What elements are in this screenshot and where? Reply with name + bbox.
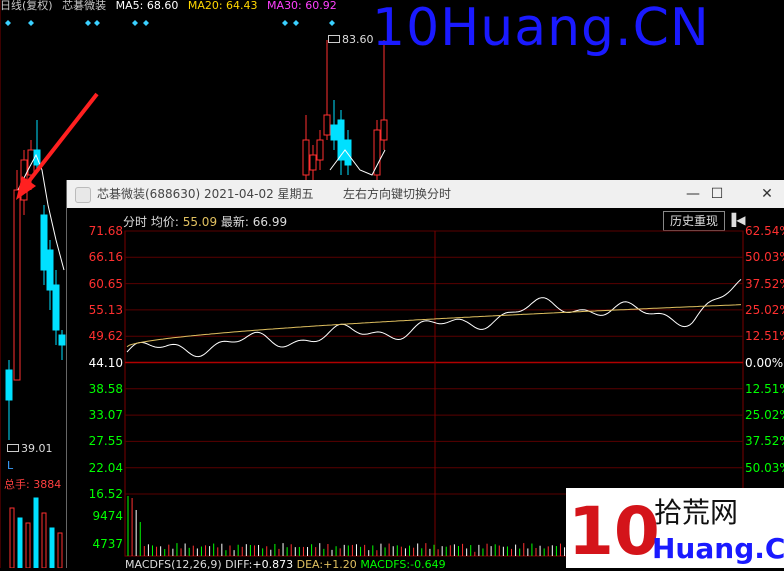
watermark-chinese: 拾荒网	[654, 496, 738, 529]
candle-body-13	[330, 124, 338, 141]
percent-tick-label: 50.03%	[745, 250, 784, 265]
diamond-marker-2	[85, 20, 91, 26]
candle-body-12	[323, 114, 331, 136]
diamond-marker-7	[293, 20, 299, 26]
percent-tick-label: 12.51%	[745, 381, 784, 396]
candle-body-9	[302, 139, 310, 176]
low-price-label: 39.01	[21, 442, 53, 455]
price-tick-label: 60.65	[88, 276, 123, 291]
bg-volume-bar-2	[25, 522, 31, 568]
percent-tick-label: 37.52%	[745, 434, 784, 449]
volume-tick-label: 9474	[92, 509, 123, 523]
diff-value: +0.873	[252, 558, 294, 571]
watermark-top: 10Huang.CN	[372, 0, 710, 58]
candle-body-6	[46, 249, 54, 291]
candle-body-17	[380, 119, 388, 141]
candle-body-14	[337, 119, 345, 161]
diamond-marker-0	[5, 20, 11, 26]
dea-value: +1.20	[323, 558, 357, 571]
watermark-latin: Huang.CN	[652, 532, 784, 565]
price-tick-label: 38.58	[88, 381, 123, 396]
percent-tick-label: 50.03%	[745, 460, 784, 475]
marker-icon	[7, 444, 19, 452]
candle-body-10	[309, 154, 317, 171]
low-price-marker: 39.01	[7, 442, 53, 455]
macd-label: MACDFS:	[360, 558, 411, 571]
price-tick-label: 49.62	[88, 329, 123, 344]
diamond-marker-3	[94, 20, 100, 26]
high-price-label: 83.60	[342, 33, 374, 46]
diamond-marker-8	[329, 20, 335, 26]
bg-volume-bar-4	[41, 512, 47, 568]
percent-tick-label: 37.52%	[745, 276, 784, 291]
daily-chart-header: 日线(复权) 芯碁微装 MA5: 68.60 MA20: 64.43 MA30:…	[0, 0, 343, 14]
ma5-value: 68.60	[146, 0, 179, 12]
diff-label: DIFF:	[225, 558, 253, 571]
ma30-value: 60.92	[305, 0, 337, 12]
volume-total-label: 总手: 3884	[4, 478, 62, 491]
candle-body-11	[316, 139, 324, 161]
bg-volume-bar-5	[49, 527, 55, 568]
candle-body-3	[27, 149, 35, 176]
price-line	[126, 279, 742, 358]
marker-icon	[328, 35, 340, 43]
diamond-marker-1	[28, 20, 34, 26]
candle-body-15	[344, 139, 352, 166]
diamond-marker-5	[143, 20, 149, 26]
macd-value: -0.649	[410, 558, 446, 571]
bg-volume-bar-3	[33, 497, 39, 568]
ma20-indicator: MA20: 64.43	[188, 0, 258, 12]
ma30-indicator: MA30: 60.92	[267, 0, 337, 12]
price-tick-label: 71.68	[88, 224, 123, 238]
candle-body-8	[58, 334, 66, 346]
macd-indicator-line: MACDFS(12,26,9) DIFF:+0.873 DEA:+1.20 MA…	[125, 558, 446, 571]
candle-body-16	[373, 129, 381, 176]
l-marker: L	[7, 459, 14, 472]
bg-volume-bar-0	[9, 507, 15, 568]
watermark-logo: 10 拾荒网 Huang.CN	[566, 488, 784, 568]
volume-tick-label: 4737	[92, 537, 123, 551]
macd-title: MACDFS(12,26,9)	[125, 558, 222, 571]
price-tick-label: 66.16	[88, 250, 123, 265]
price-tick-label: 22.04	[88, 460, 123, 475]
diamond-marker-4	[132, 20, 138, 26]
stock-name-label: 芯碁微装	[62, 0, 107, 12]
percent-tick-label: 0.00%	[745, 355, 784, 370]
ma20-label: MA20:	[187, 0, 223, 12]
high-price-marker: 83.60	[328, 33, 374, 46]
price-tick-label: 44.10	[88, 355, 123, 370]
price-tick-label: 33.07	[88, 408, 123, 423]
annotation-arrow	[20, 92, 99, 192]
candle-body-7	[52, 284, 60, 331]
candle-body-5	[40, 214, 48, 271]
dea-label: DEA:	[296, 558, 324, 571]
ma5-indicator: MA5: 68.60	[116, 0, 179, 12]
candle-body-0	[5, 369, 13, 401]
diamond-marker-6	[282, 20, 288, 26]
price-tick-label: 16.52	[88, 487, 123, 501]
avg-price-line	[126, 304, 742, 348]
ma5-label: MA5:	[115, 0, 144, 12]
bg-volume-bar-6	[57, 532, 63, 568]
watermark-number: 10	[568, 493, 660, 568]
percent-tick-label: 25.02%	[745, 302, 784, 317]
candle-body-1	[13, 189, 21, 381]
ma30-label: MA30:	[267, 0, 302, 12]
price-tick-label: 55.13	[88, 302, 123, 317]
chart-mode-label: 日线(复权)	[0, 0, 53, 12]
percent-tick-label: 62.54%	[745, 224, 784, 238]
ma20-value: 64.43	[226, 0, 258, 12]
percent-tick-label: 12.51%	[745, 329, 784, 344]
bg-volume-bar-1	[17, 517, 23, 568]
percent-tick-label: 25.02%	[745, 408, 784, 423]
price-tick-label: 27.55	[88, 434, 123, 449]
